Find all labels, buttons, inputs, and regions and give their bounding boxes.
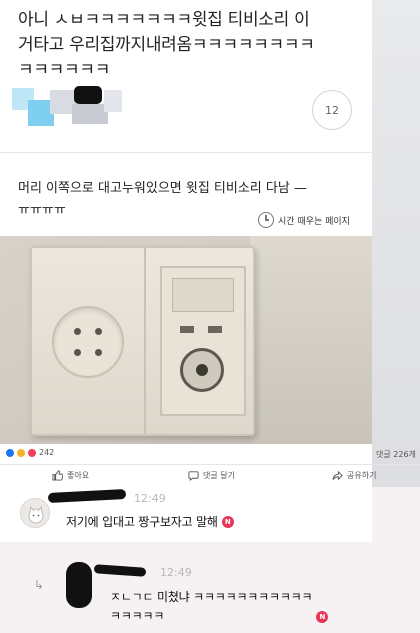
thumbs-up-icon — [52, 470, 63, 481]
reply-text: ㅈㄴㄱㄷ 미쳤냐 ㅋㅋㅋㅋㅋㅋㅋㅋㅋㅋㅋ ㅋㅋㅋㅋㅋ N — [110, 588, 360, 626]
new-badge: N — [221, 515, 234, 528]
photo-wall — [250, 236, 372, 444]
redacted-avatar — [66, 562, 92, 608]
like-reaction-icon — [6, 448, 14, 457]
reaction-count: 242 — [39, 448, 55, 457]
reply-time: 12:49 — [160, 566, 192, 579]
data-port-panel — [160, 266, 246, 416]
post-divider — [0, 152, 372, 153]
like-button[interactable]: 좋아요 — [52, 470, 89, 481]
comment-button[interactable]: 댓글 달기 — [188, 470, 235, 481]
tv-coax-socket — [180, 348, 224, 392]
power-outlet — [52, 306, 124, 378]
share-arrow-icon — [332, 470, 343, 481]
page-name-label: 시간 때우는 페이지 — [278, 216, 350, 227]
comment-text: 저기에 입대고 짱구보자고 말해 N — [66, 513, 234, 530]
new-badge: N — [316, 611, 329, 623]
post-photo[interactable] — [0, 236, 372, 444]
love-reaction-icon — [28, 448, 36, 457]
comment-total[interactable]: 댓글 226개 — [376, 449, 416, 460]
page-name-badge[interactable]: 시간 때우는 페이지 — [258, 210, 350, 230]
speech-bubble-icon — [188, 471, 199, 481]
wall-outlet-plate — [30, 246, 255, 436]
comment-time: 12:49 — [134, 492, 166, 505]
reaction-summary[interactable]: 242 — [6, 448, 54, 457]
comment-count-bubble[interactable]: 12 — [312, 90, 352, 130]
action-bar: 좋아요 댓글 달기 공유하기 — [0, 464, 420, 486]
commenter-avatar[interactable] — [20, 498, 50, 528]
post-text: 아니 ㅅㅂㅋㅋㅋㅋㅋㅋㅋ윗집 티비소리 이 거타고 우리집까지내려옴ㅋㅋㅋㅋㅋㅋ… — [18, 10, 315, 80]
haha-reaction-icon — [17, 448, 25, 457]
pixelated-username — [12, 80, 122, 130]
cat-avatar-icon — [28, 505, 44, 524]
comment-count-value: 12 — [325, 103, 339, 117]
clock-icon — [258, 212, 274, 228]
reply-arrow-icon: ↳ — [34, 578, 45, 592]
share-button[interactable]: 공유하기 — [332, 470, 376, 481]
